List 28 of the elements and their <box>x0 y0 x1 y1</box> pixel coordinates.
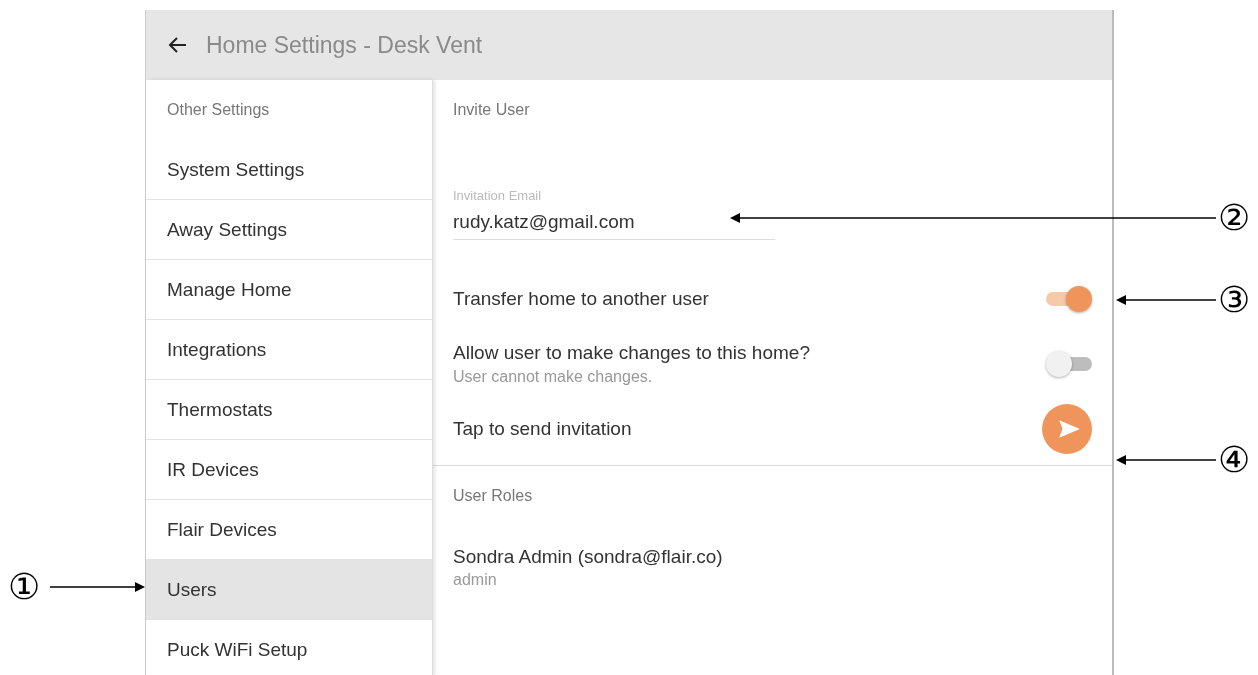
user-name: Sondra Admin (sondra@flair.co) <box>453 546 724 568</box>
user-role: admin <box>453 571 498 589</box>
sidebar-item[interactable]: System Settings <box>146 140 432 200</box>
section-heading: User Roles <box>453 486 534 506</box>
row-label: Transfer home to another user <box>453 287 709 310</box>
sidebar-item[interactable]: Manage Home <box>146 260 432 320</box>
field-label: Invitation Email <box>453 188 543 203</box>
sidebar-item[interactable]: Away Settings <box>146 200 432 260</box>
field-value: rudy.katz@gmail.com <box>453 211 636 233</box>
callout-number: ① <box>8 565 41 609</box>
row-label: Tap to send invitation <box>453 417 632 440</box>
sidebar-item[interactable]: Thermostats <box>146 380 432 440</box>
row-label: Allow user to make changes to this home? <box>453 341 810 364</box>
sidebar-item[interactable]: Puck WiFi Setup <box>146 620 432 675</box>
callout-number: ④ <box>1218 438 1251 482</box>
toggle-switch[interactable] <box>1046 350 1092 377</box>
sidebar-item[interactable]: Integrations <box>146 320 432 380</box>
section-heading: Invite User <box>453 100 531 120</box>
callout-number: ② <box>1218 196 1251 240</box>
send-button[interactable] <box>1042 403 1092 454</box>
page-title: Home Settings - Desk Vent <box>206 31 483 59</box>
callout-number: ③ <box>1218 278 1251 322</box>
back-icon[interactable] <box>168 35 188 55</box>
sidebar-heading: Other Settings <box>166 100 271 120</box>
row-sublabel: User cannot make changes. <box>453 367 654 386</box>
toggle-switch[interactable] <box>1046 285 1092 312</box>
sidebar-item[interactable]: Users <box>146 560 432 620</box>
sidebar-item[interactable]: IR Devices <box>146 440 432 500</box>
